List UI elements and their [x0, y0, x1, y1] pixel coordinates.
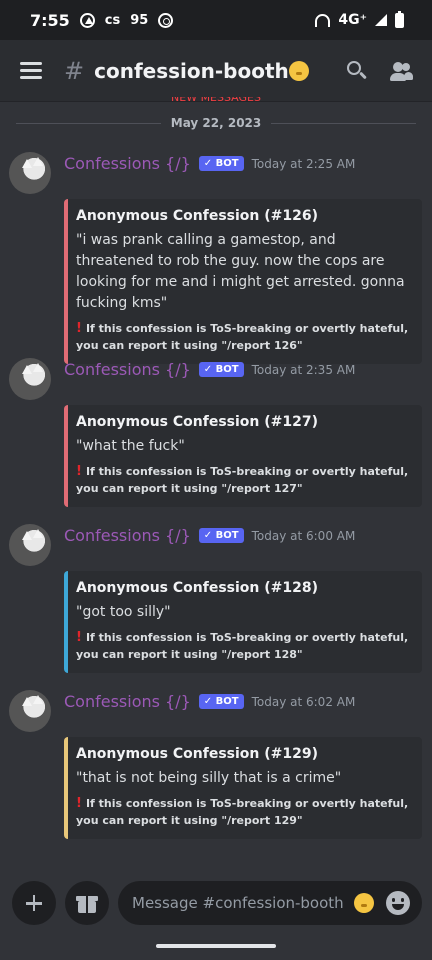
avatar[interactable] [9, 152, 51, 194]
status-bar: 7:55 cs 95 4G⁺ [0, 0, 432, 40]
new-messages-label: NEW MESSAGES [171, 97, 261, 104]
embed-text: "that is not being silly that is a crime… [76, 770, 342, 786]
embed-footer: ! If this confession is ToS-breaking or o… [76, 464, 409, 495]
bot-badge: ✓ BOT [198, 156, 244, 171]
network-label: 4G⁺ [338, 12, 367, 28]
confession-embed: Anonymous Confession (#127) "what the fu… [64, 405, 422, 507]
message-timestamp: Today at 2:25 AM [251, 156, 356, 171]
search-icon[interactable] [346, 60, 368, 82]
gift-icon[interactable] [65, 881, 109, 925]
hash-icon: # [64, 56, 85, 85]
message-timestamp: Today at 6:02 AM [251, 694, 356, 709]
embed-text: "what the fuck" [76, 438, 185, 454]
author-name[interactable]: Confessions {/} [64, 360, 191, 379]
avatar[interactable] [9, 690, 51, 732]
date-divider-label: May 22, 2023 [170, 116, 262, 130]
emoji-icon[interactable] [386, 891, 410, 915]
headphones-icon [315, 13, 331, 27]
navigation-icon [79, 12, 95, 28]
confession-embed: Anonymous Confession (#128) "got too sil… [64, 571, 422, 673]
fingerprint-icon [158, 12, 174, 28]
embed-footer: ! If this confession is ToS-breaking or o… [76, 321, 409, 352]
embed-title: Anonymous Confession (#128) [76, 580, 319, 596]
signal-icon [375, 14, 387, 26]
message-timestamp: Today at 2:35 AM [251, 362, 356, 377]
author-name[interactable]: Confessions {/} [64, 692, 191, 711]
message-timestamp: Today at 6:00 AM [251, 528, 356, 543]
members-icon[interactable] [390, 60, 413, 82]
cs-icon: cs [104, 12, 121, 28]
menu-icon[interactable] [20, 62, 42, 79]
embed-title: Anonymous Confession (#129) [76, 746, 319, 762]
warning-icon: ! [76, 630, 82, 645]
status-small-label: 95 [130, 12, 149, 28]
confession-embed: Anonymous Confession (#129) "that is not… [64, 737, 422, 839]
status-time: 7:55 [30, 10, 70, 30]
embed-title: Anonymous Confession (#126) [76, 208, 319, 224]
battery-icon [395, 10, 404, 28]
message-input-wrapper[interactable] [118, 881, 422, 925]
channel-title: confession-booth [94, 59, 324, 83]
message-composer [0, 874, 432, 934]
channel-name: confession-booth [94, 58, 289, 83]
bot-badge: ✓ BOT [198, 528, 244, 543]
author-name[interactable]: Confessions {/} [64, 154, 191, 173]
plus-icon[interactable] [12, 881, 56, 925]
author-name[interactable]: Confessions {/} [64, 526, 191, 545]
channel-header: # confession-booth [0, 40, 432, 102]
warning-icon: ! [76, 464, 82, 479]
embed-footer: ! If this confession is ToS-breaking or o… [76, 630, 409, 661]
avatar[interactable] [9, 524, 51, 566]
warning-icon: ! [76, 796, 82, 811]
shushing-face-emoji-icon [288, 60, 309, 81]
avatar[interactable] [9, 358, 51, 400]
message-input[interactable] [132, 894, 362, 912]
bot-badge: ✓ BOT [198, 694, 244, 709]
bot-badge: ✓ BOT [198, 362, 244, 377]
embed-text: "i was prank calling a gamestop, and thr… [76, 232, 405, 311]
embed-title: Anonymous Confession (#127) [76, 414, 319, 430]
embed-footer: ! If this confession is ToS-breaking or o… [76, 796, 409, 827]
confession-embed: Anonymous Confession (#126) "i was prank… [64, 199, 422, 364]
shushing-face-emoji-icon [354, 893, 374, 913]
home-indicator[interactable] [156, 944, 276, 948]
warning-icon: ! [76, 321, 82, 336]
date-divider: May 22, 2023 [16, 116, 417, 130]
embed-text: "got too silly" [76, 604, 171, 620]
